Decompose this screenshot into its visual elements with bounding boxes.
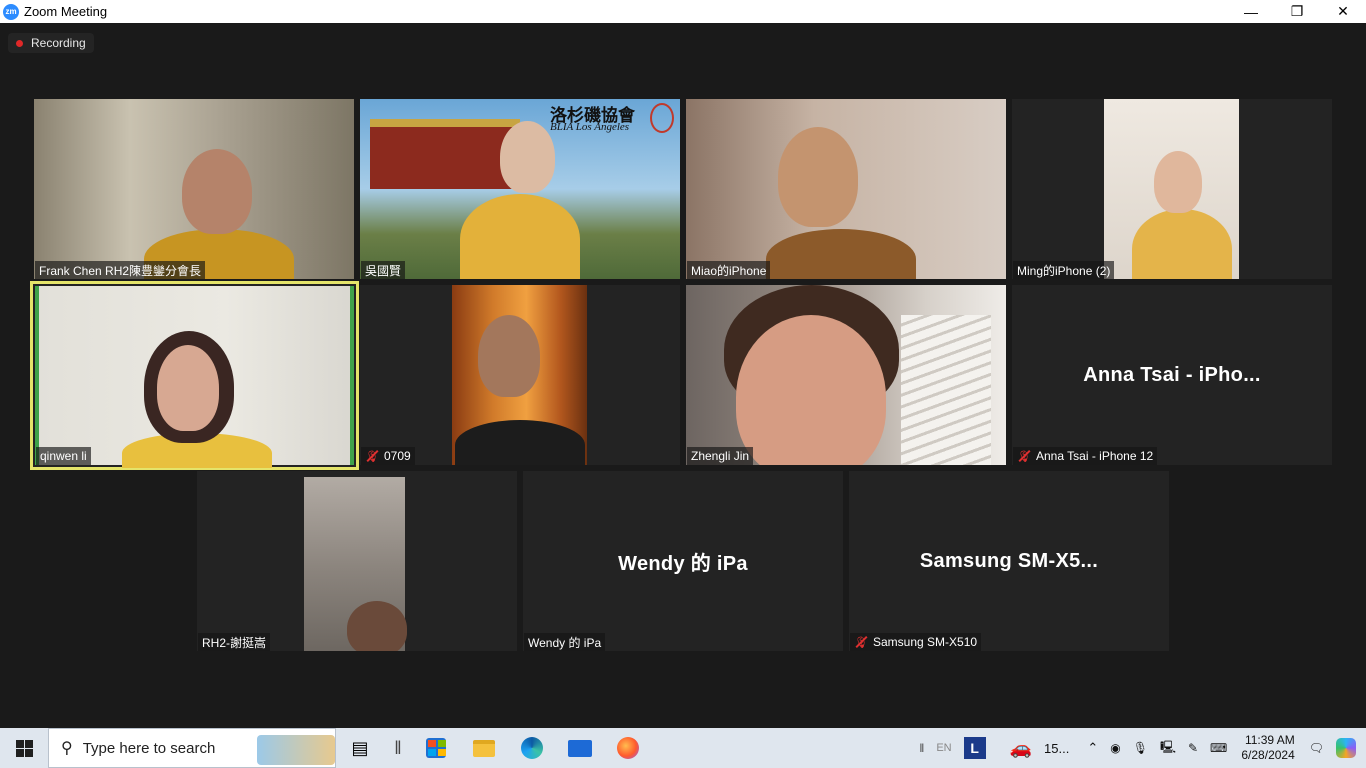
windows-logo-icon [15, 739, 33, 757]
participant-name-tag: 🎙 0709 [361, 447, 415, 465]
search-highlight-image [257, 735, 335, 765]
video-tile-samsung[interactable]: Samsung SM-X5... 🎙 Samsung SM-X510 [849, 471, 1169, 651]
task-view-icon[interactable]: ▤ [336, 728, 384, 768]
title-bar: zm Zoom Meeting — ❐ ✕ [0, 0, 1366, 23]
video-tile-rh2-xie[interactable]: RH2-謝挺嵩 [197, 471, 517, 651]
window-title: Zoom Meeting [24, 4, 108, 19]
microphone-icon[interactable]: 🎙 [1127, 741, 1154, 755]
minimize-button[interactable]: — [1228, 0, 1274, 23]
video-tile-miao-iphone[interactable]: Miao的iPhone [686, 99, 1006, 279]
person-head [778, 127, 858, 227]
participant-name: 0709 [384, 449, 411, 463]
mail-icon[interactable] [556, 728, 604, 768]
person-head [182, 149, 252, 234]
recording-indicator[interactable]: Recording [8, 33, 94, 53]
close-button[interactable]: ✕ [1320, 0, 1366, 23]
participant-display-name: Samsung SM-X5... [919, 549, 1099, 572]
copilot-icon[interactable] [1330, 738, 1362, 758]
video-tile-0709[interactable]: 🎙 0709 [360, 285, 680, 465]
person-head [1154, 151, 1202, 213]
video-tile-wendy-ipad[interactable]: Wendy 的 iPa Wendy 的 iPa [523, 471, 843, 651]
taskbar-search-box[interactable]: ⚲ Type here to search [48, 728, 336, 768]
clock-date: 6/28/2024 [1241, 748, 1295, 762]
network-icon[interactable]: 🖳 [1154, 738, 1182, 759]
recording-label: Recording [31, 36, 86, 50]
video-tile-wu-guoxian[interactable]: 洛杉磯協會 BLIA Los Angeles 吳國賢 [360, 99, 680, 279]
search-placeholder: Type here to search [82, 739, 216, 757]
keyboard-icon[interactable]: ⌨ [1204, 741, 1233, 755]
video-tile-frank-chen[interactable]: Frank Chen RH2陳豊鑾分會長 [34, 99, 354, 279]
muted-microphone-icon: 🎙 [854, 636, 868, 649]
participant-name-tag: 🎙 Samsung SM-X510 [850, 633, 982, 651]
muted-microphone-icon: 🎙 [365, 450, 379, 463]
blia-lotus-logo-icon [650, 103, 674, 133]
muted-microphone-icon: 🎙 [1017, 450, 1031, 463]
meet-now-icon[interactable]: ◉ [1104, 741, 1126, 755]
participant-name: Samsung SM-X510 [873, 635, 978, 649]
video-tile-ming-iphone[interactable]: Ming的iPhone (2) [1012, 99, 1332, 279]
participant-name: Zhengli Jin [687, 447, 754, 465]
zoom-logo-icon: zm [3, 3, 19, 20]
window-blinds [901, 315, 991, 465]
chevron-up-icon[interactable]: ⌃ [1081, 740, 1104, 756]
edge-icon[interactable] [508, 728, 556, 768]
person-body [460, 194, 580, 279]
participant-name: Ming的iPhone (2) [1013, 261, 1115, 279]
video-tile-qinwen-li[interactable]: qinwen li [30, 281, 359, 470]
green-edge [350, 286, 354, 465]
taskbar-divider: ‖ [394, 737, 402, 758]
microsoft-store-icon[interactable] [412, 728, 460, 768]
search-icon: ⚲ [61, 740, 73, 757]
person-body [455, 420, 585, 465]
recording-dot-icon [16, 39, 23, 47]
participant-name: RH2-謝挺嵩 [198, 633, 271, 651]
pinned-app-l-icon[interactable]: L [958, 737, 992, 759]
notification-text[interactable]: 15... [1038, 741, 1075, 756]
video-tile-zhengli-jin[interactable]: Zhengli Jin [686, 285, 1006, 465]
clock-time: 11:39 AM [1244, 733, 1295, 747]
person-head [347, 601, 407, 651]
video-tile-anna-tsai[interactable]: Anna Tsai - iPho... 🎙 Anna Tsai - iPhone… [1012, 285, 1332, 465]
participant-name: qinwen li [36, 447, 91, 465]
windows-taskbar: ⚲ Type here to search ▤ ‖ ‖ EN L 🚗 15...… [0, 728, 1366, 768]
green-edge [35, 286, 39, 465]
participant-display-name: Anna Tsai - iPho... [1083, 363, 1261, 386]
person-head [157, 345, 219, 431]
participant-name: 吳國賢 [361, 261, 406, 279]
participant-name: Wendy 的 iPa [524, 633, 606, 651]
person-head [500, 121, 555, 193]
language-indicator[interactable]: EN [930, 742, 957, 754]
tray-divider: ‖ [919, 741, 925, 755]
notifications-icon[interactable]: 🗨 [1303, 741, 1330, 755]
notification-car-icon[interactable]: 🚗 [1004, 738, 1038, 759]
file-explorer-icon[interactable] [460, 728, 508, 768]
blia-banner-subtitle: BLIA Los Angeles [550, 121, 630, 133]
clock[interactable]: 11:39 AM 6/28/2024 [1233, 733, 1302, 763]
participant-display-name: Wendy 的 iPa [618, 552, 748, 575]
participant-name-tag: 🎙 Anna Tsai - iPhone 12 [1013, 447, 1158, 465]
temple-gate [370, 119, 520, 189]
participant-name: Anna Tsai - iPhone 12 [1036, 449, 1154, 463]
person-head [478, 315, 540, 397]
start-button[interactable] [0, 728, 48, 768]
system-tray: ‖ EN L 🚗 15... ⌃ ◉ 🎙 🖳 ✎ ⌨ 11:39 AM 6/28… [913, 728, 1366, 768]
restore-button[interactable]: ❐ [1274, 0, 1320, 23]
person-body [1132, 209, 1232, 279]
pen-icon[interactable]: ✎ [1182, 741, 1204, 755]
participant-name: Miao的iPhone [687, 261, 771, 279]
participant-name: Frank Chen RH2陳豊鑾分會長 [35, 261, 206, 279]
firefox-icon[interactable] [604, 728, 652, 768]
